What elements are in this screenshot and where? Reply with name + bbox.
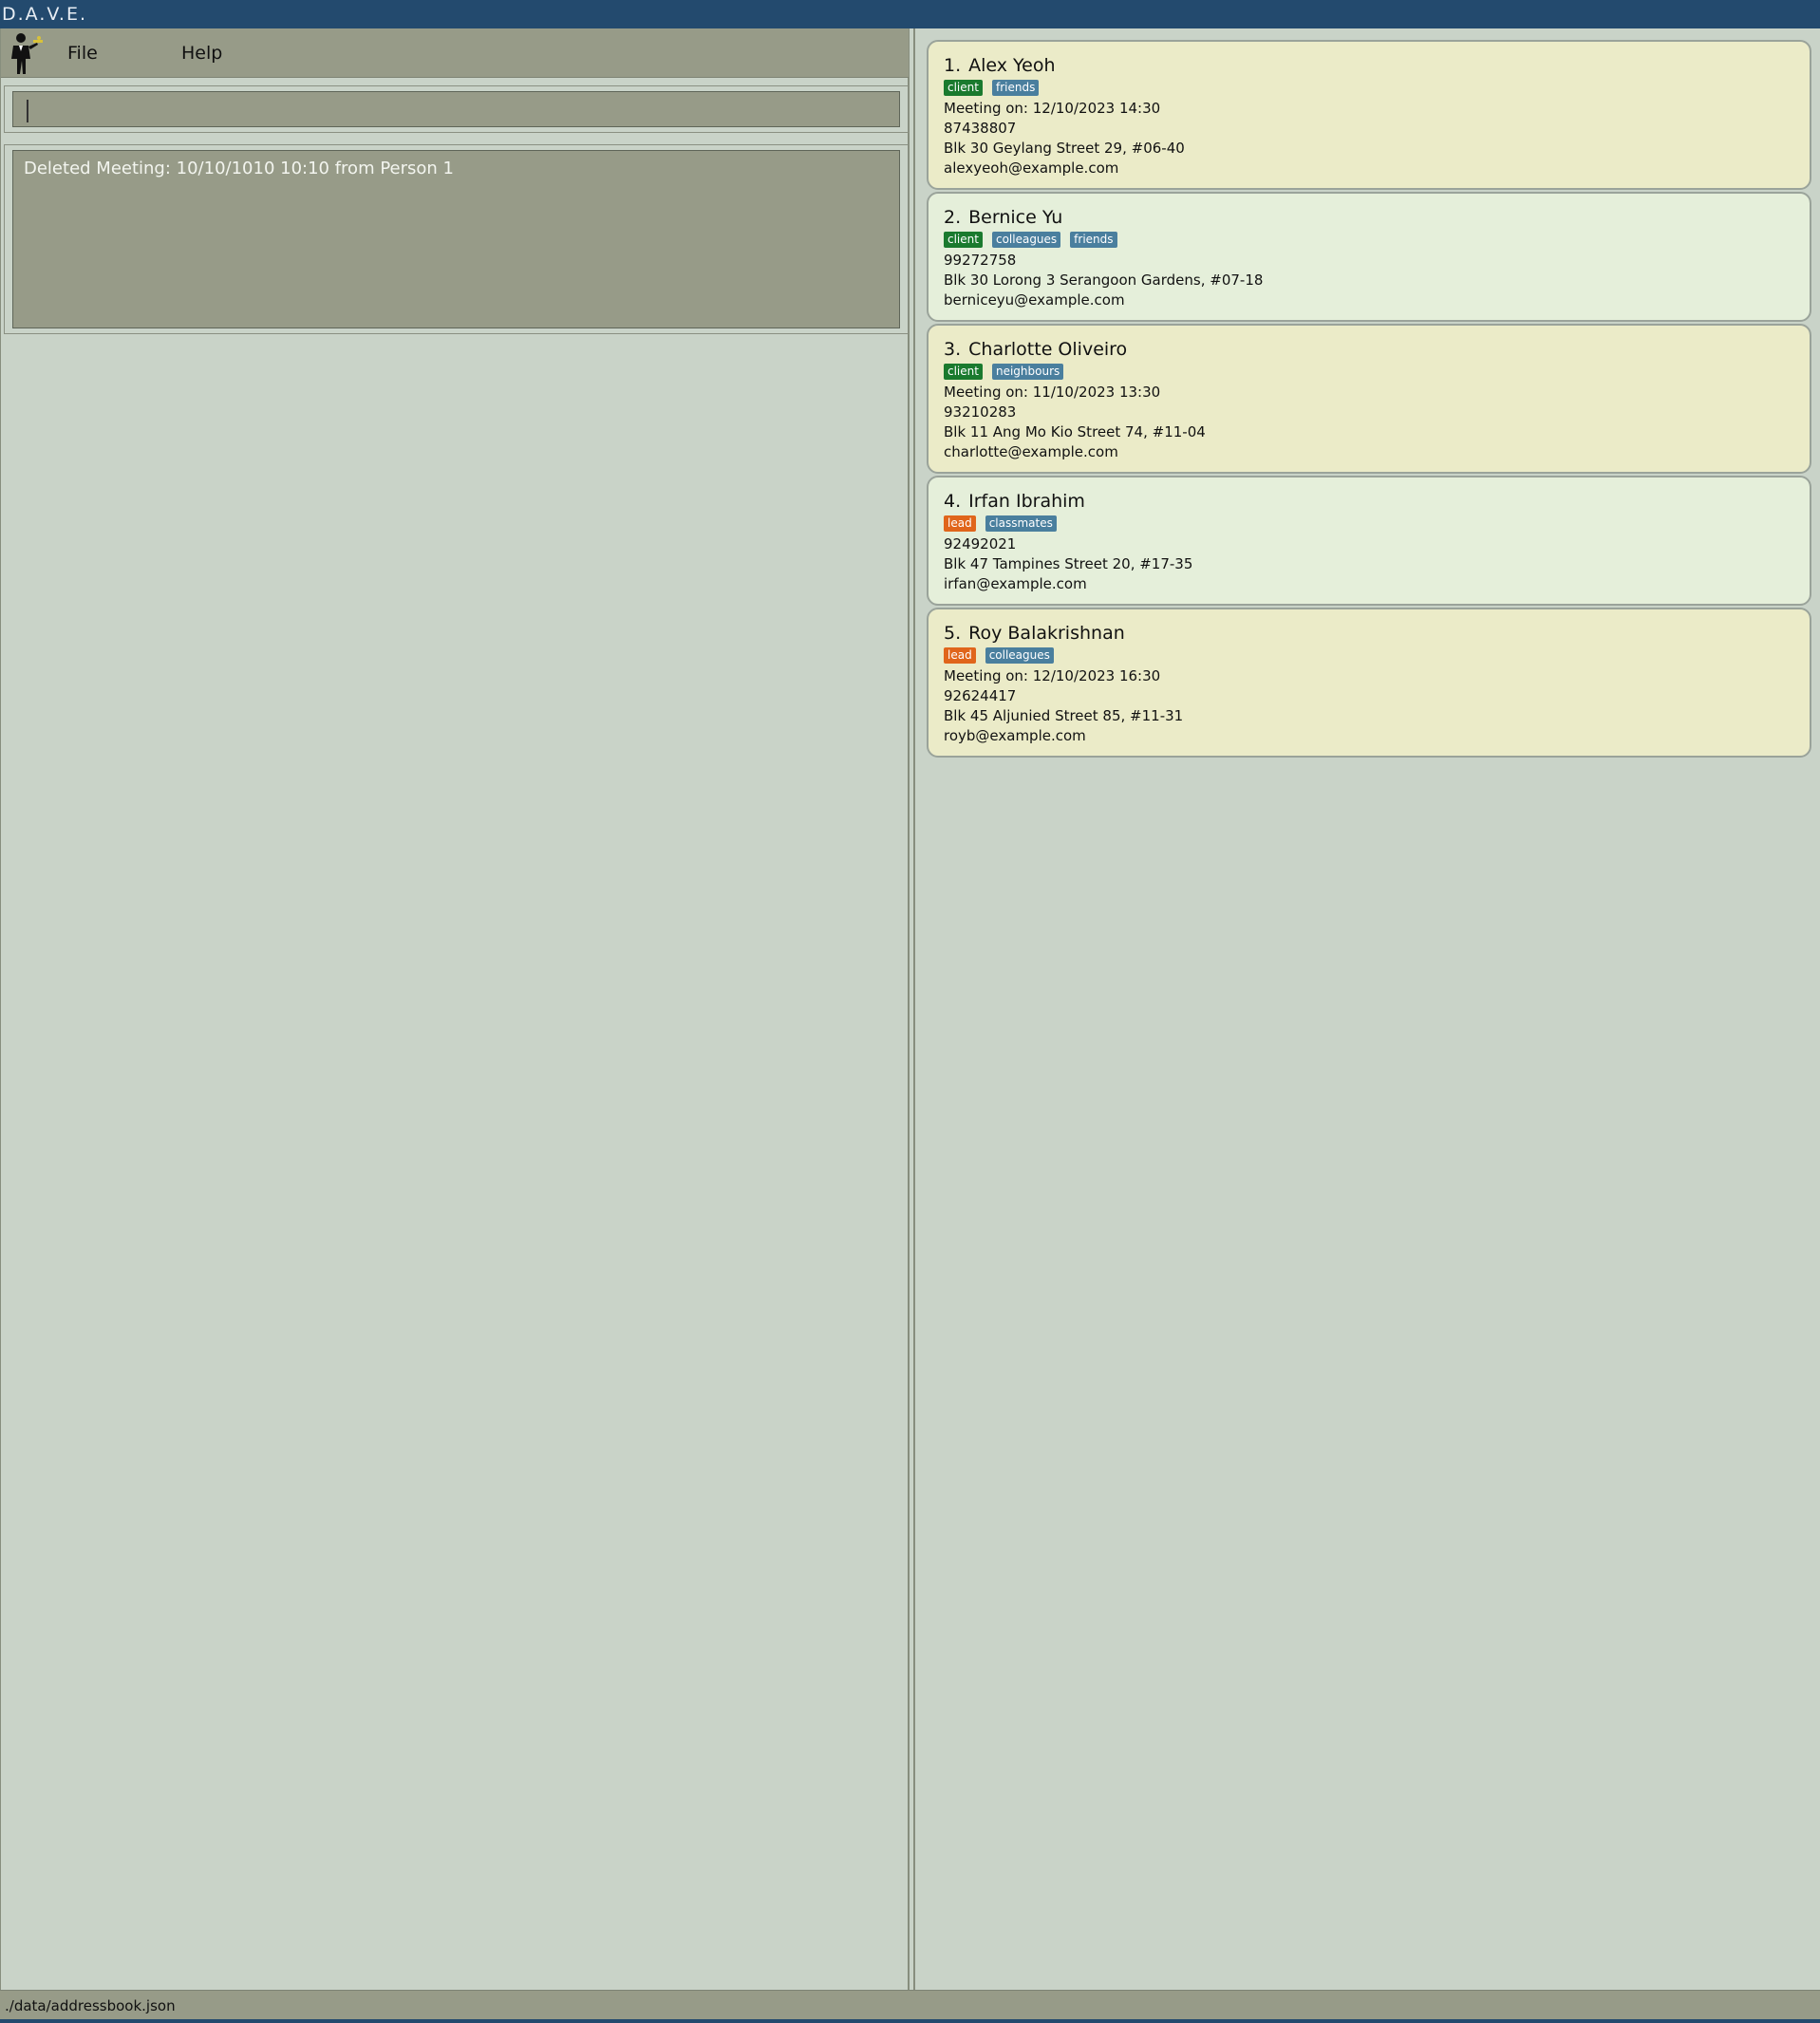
tag-list: client colleagues friends: [944, 232, 1794, 248]
text-caret: [27, 100, 28, 122]
person-address: Blk 11 Ang Mo Kio Street 74, #11-04: [944, 423, 1206, 440]
person-phone: 99272758: [944, 252, 1017, 269]
tag-badge: client: [944, 364, 983, 380]
person-meeting: Meeting on: 12/10/2023 16:30: [944, 667, 1161, 684]
butler-person-icon: [8, 32, 46, 76]
person-name-row: 4. Irfan Ibrahim: [944, 489, 1794, 514]
tag-badge: lead: [944, 515, 976, 532]
tag-badge: lead: [944, 647, 976, 664]
menu-help[interactable]: Help: [172, 28, 232, 78]
status-bar: ./data/addressbook.json: [0, 1990, 1820, 2023]
person-phone: 87438807: [944, 120, 1017, 137]
person-list: 1. Alex Yeoh client friends Meeting on: 12/1…: [927, 40, 1811, 758]
person-index: 3.: [944, 339, 962, 360]
tag-badge: classmates: [985, 515, 1057, 532]
app-window: File Help Deleted Meeting: 10/10/1010 10…: [0, 28, 1820, 2023]
tag-badge: client: [944, 80, 983, 96]
person-email: charlotte@example.com: [944, 443, 1118, 460]
person-card[interactable]: 1. Alex Yeoh client friends Meeting on: 12/1…: [927, 40, 1811, 190]
tag-list: client friends: [944, 80, 1794, 96]
person-index: 4.: [944, 491, 962, 512]
person-index: 2.: [944, 207, 962, 228]
person-name: Alex Yeoh: [968, 55, 1056, 76]
person-meeting: Meeting on: 12/10/2023 14:30: [944, 100, 1161, 117]
person-name-row: 2. Bernice Yu: [944, 205, 1794, 230]
tag-badge: friends: [991, 80, 1040, 96]
person-phone: 93210283: [944, 403, 1017, 421]
person-phone: 92624417: [944, 687, 1017, 704]
person-name-row: 5. Roy Balakrishnan: [944, 621, 1794, 646]
person-name: Irfan Ibrahim: [968, 491, 1085, 512]
person-email: irfan@example.com: [944, 575, 1087, 592]
person-card[interactable]: 2. Bernice Yu client colleagues friends 99272…: [927, 192, 1811, 322]
tag-badge: colleagues: [991, 232, 1061, 248]
menu-bar: File Help: [1, 28, 909, 78]
person-card[interactable]: 5. Roy Balakrishnan lead colleagues Meeting …: [927, 608, 1811, 758]
person-name: Roy Balakrishnan: [968, 623, 1125, 644]
person-name-row: 1. Alex Yeoh: [944, 53, 1794, 78]
window-title: D.A.V.E.: [0, 0, 1820, 28]
tag-badge: colleagues: [985, 647, 1054, 664]
person-meeting: Meeting on: 11/10/2023 13:30: [944, 384, 1161, 401]
person-email: royb@example.com: [944, 727, 1086, 744]
menu-file[interactable]: File: [58, 28, 107, 78]
result-display: Deleted Meeting: 10/10/1010 10:10 from P…: [12, 150, 900, 328]
person-address: Blk 30 Lorong 3 Serangoon Gardens, #07-1…: [944, 272, 1264, 289]
tag-badge: friends: [1070, 232, 1117, 248]
person-email: alexyeoh@example.com: [944, 159, 1119, 177]
tag-list: lead classmates: [944, 515, 1794, 532]
person-index: 1.: [944, 55, 962, 76]
tag-badge: neighbours: [991, 364, 1064, 380]
command-box: [4, 85, 909, 133]
tag-badge: client: [944, 232, 983, 248]
person-list-panel[interactable]: 1. Alex Yeoh client friends Meeting on: 12/1…: [913, 28, 1820, 1990]
person-card[interactable]: 3. Charlotte Oliveiro client neighbours Meet…: [927, 324, 1811, 474]
person-phone: 92492021: [944, 535, 1017, 553]
person-card[interactable]: 4. Irfan Ibrahim lead classmates 92492021 Blk…: [927, 476, 1811, 606]
person-name: Bernice Yu: [968, 207, 1063, 228]
person-name-row: 3. Charlotte Oliveiro: [944, 337, 1794, 362]
save-location: ./data/addressbook.json: [5, 1997, 176, 2014]
person-name: Charlotte Oliveiro: [968, 339, 1128, 360]
tag-list: client neighbours: [944, 364, 1794, 380]
command-input[interactable]: [12, 91, 900, 127]
status-bar-edge: [0, 2019, 1820, 2023]
person-address: Blk 47 Tampines Street 20, #17-35: [944, 555, 1193, 572]
person-index: 5.: [944, 623, 962, 644]
person-address: Blk 30 Geylang Street 29, #06-40: [944, 140, 1185, 157]
tag-list: lead colleagues: [944, 647, 1794, 664]
result-box: Deleted Meeting: 10/10/1010 10:10 from P…: [4, 144, 909, 334]
left-pane: File Help Deleted Meeting: 10/10/1010 10…: [0, 28, 910, 1990]
person-address: Blk 45 Aljunied Street 85, #11-31: [944, 707, 1184, 724]
person-email: berniceyu@example.com: [944, 291, 1125, 309]
